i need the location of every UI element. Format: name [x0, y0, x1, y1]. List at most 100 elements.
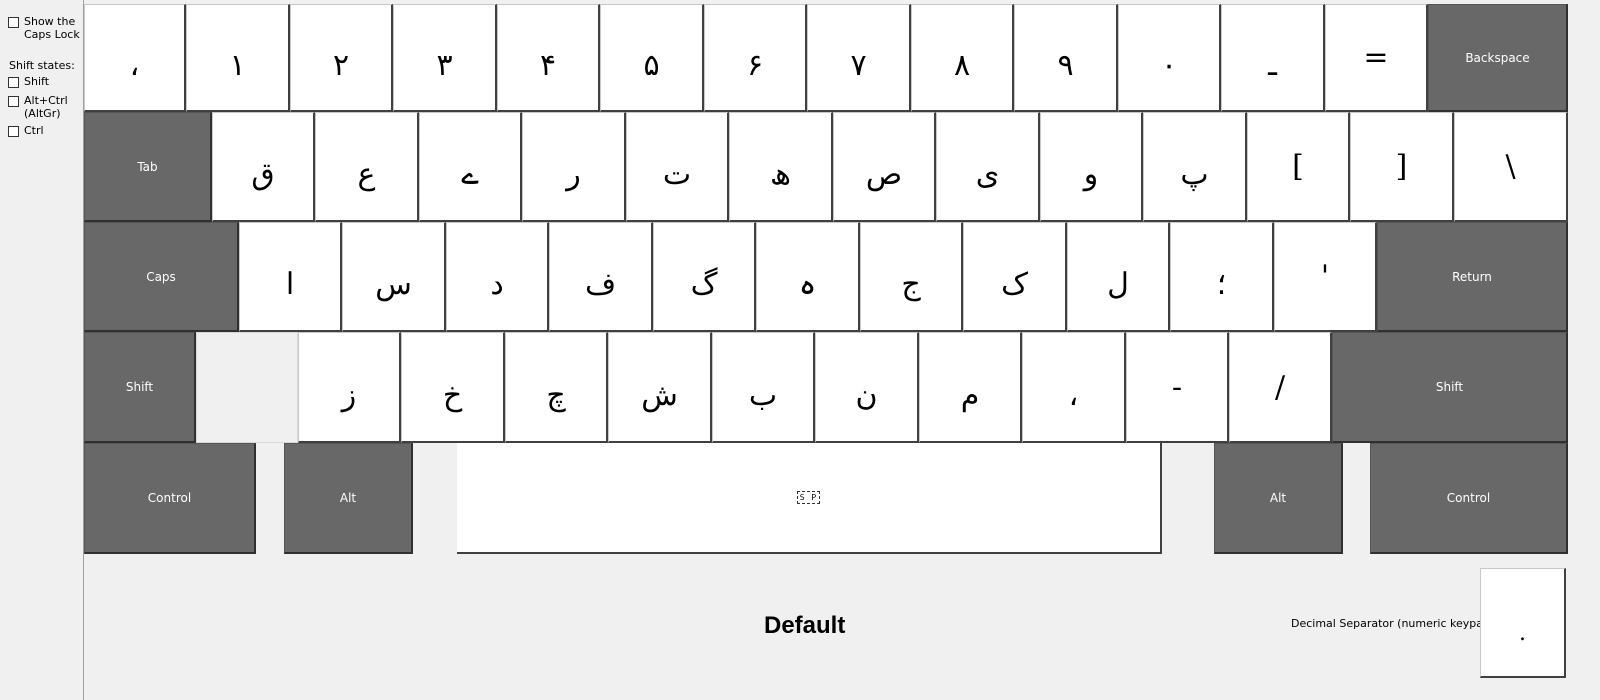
key-glyph: ۱: [229, 48, 246, 83]
key-space[interactable]: S P: [457, 443, 1162, 554]
key-tab[interactable]: Tab: [84, 112, 212, 222]
key-t[interactable]: ت: [626, 112, 729, 222]
key-e[interactable]: ے: [419, 112, 522, 222]
key-control-right[interactable]: Control: [1370, 443, 1568, 554]
key-slash[interactable]: /: [1229, 332, 1332, 443]
key-n[interactable]: ن: [815, 332, 919, 443]
show-caps-lock-option[interactable]: Show the Caps Lock: [8, 15, 82, 41]
key-backslash[interactable]: \: [1454, 112, 1568, 222]
key-s[interactable]: س: [342, 222, 446, 332]
key-glyph: ۵: [643, 48, 660, 83]
key-alt-left[interactable]: Alt: [284, 443, 413, 554]
key-2[interactable]: ۲: [290, 4, 393, 112]
key-glyph: ن: [855, 377, 878, 413]
key-glyph: ۲: [332, 48, 350, 83]
key-y[interactable]: ھ: [729, 112, 833, 222]
key-glyph: ۸: [953, 48, 971, 83]
key-j[interactable]: ج: [860, 222, 963, 332]
key-glyph: ۳: [436, 48, 453, 83]
key-right-bracket[interactable]: ]: [1350, 112, 1454, 222]
key-z[interactable]: ز: [298, 332, 401, 443]
key-d[interactable]: د: [446, 222, 549, 332]
key-glyph: ۶: [746, 48, 764, 83]
key-quote[interactable]: ': [1274, 222, 1377, 332]
ctrl-option[interactable]: Ctrl: [8, 124, 44, 137]
ctrl-checkbox[interactable]: [8, 126, 19, 137]
key-glyph: ہ: [798, 267, 817, 302]
show-caps-lock-checkbox[interactable]: [8, 17, 19, 28]
key-h[interactable]: ہ: [756, 222, 860, 332]
key-f[interactable]: ف: [549, 222, 653, 332]
key-o[interactable]: و: [1040, 112, 1143, 222]
key-shift-left[interactable]: Shift: [84, 332, 196, 443]
decimal-separator-glyph: .: [1519, 621, 1526, 646]
key-r[interactable]: ر: [522, 112, 626, 222]
key-return[interactable]: Return: [1377, 222, 1568, 332]
key-glyph: /: [1274, 369, 1286, 405]
key-m[interactable]: م: [919, 332, 1022, 443]
key-3[interactable]: ۳: [393, 4, 497, 112]
altgr-checkbox[interactable]: [8, 96, 19, 107]
key-l[interactable]: ل: [1067, 222, 1170, 332]
decimal-separator-key[interactable]: .: [1480, 568, 1566, 678]
key-glyph: \: [1505, 149, 1516, 184]
key-glyph: خ: [442, 377, 463, 413]
key-glyph: ۴: [539, 48, 557, 83]
key-glyph: ت: [662, 157, 692, 192]
key-glyph: ے: [461, 157, 479, 192]
key-w[interactable]: ع: [315, 112, 419, 222]
key-x[interactable]: خ: [401, 332, 505, 443]
key-9[interactable]: ۹: [1014, 4, 1118, 112]
key-1[interactable]: ۱: [186, 4, 290, 112]
key-control-left[interactable]: Control: [84, 443, 256, 554]
show-caps-lock-label: Show the Caps Lock: [24, 15, 80, 41]
key-i[interactable]: ی: [936, 112, 1040, 222]
key-glyph: ش: [641, 377, 678, 413]
key-0[interactable]: ۰: [1118, 4, 1221, 112]
key-p[interactable]: پ: [1143, 112, 1247, 222]
shift-option[interactable]: Shift: [8, 75, 49, 88]
shift-checkbox[interactable]: [8, 77, 19, 88]
key-v[interactable]: ش: [608, 332, 712, 443]
key-semicolon[interactable]: ؛: [1170, 222, 1274, 332]
key-glyph: و: [1083, 157, 1099, 192]
key-k[interactable]: ک: [963, 222, 1067, 332]
key-glyph: ع: [357, 157, 376, 192]
key-glyph: ف: [584, 267, 617, 302]
key-u[interactable]: ص: [833, 112, 936, 222]
shift-state-panel: Show the Caps Lock Shift states: Shift A…: [0, 0, 84, 700]
key-glyph: [: [1292, 149, 1304, 184]
key-oem102[interactable]: [196, 332, 298, 443]
key-period[interactable]: -: [1126, 332, 1229, 443]
key-comma[interactable]: ،: [1022, 332, 1126, 443]
altgr-option[interactable]: Alt+Ctrl (AltGr): [8, 94, 74, 120]
keyboard-layout: ، ۱ ۲ ۳ ۴ ۵ ۶ ۷ ۸ ۹ ۰ ـ = Backspace Tab …: [84, 4, 1568, 559]
key-b[interactable]: ب: [712, 332, 815, 443]
key-6[interactable]: ۶: [704, 4, 807, 112]
key-equals[interactable]: =: [1325, 4, 1428, 112]
key-a[interactable]: ا: [239, 222, 342, 332]
key-c[interactable]: چ: [505, 332, 608, 443]
key-7[interactable]: ۷: [807, 4, 911, 112]
key-left-bracket[interactable]: [: [1247, 112, 1350, 222]
key-glyph: ،: [1068, 377, 1079, 413]
key-caps[interactable]: Caps: [84, 222, 239, 332]
shift-state-title: Default: [764, 612, 846, 639]
key-backspace[interactable]: Backspace: [1428, 4, 1568, 112]
key-glyph: ،: [129, 48, 140, 83]
key-5[interactable]: ۵: [600, 4, 704, 112]
key-shift-right[interactable]: Shift: [1332, 332, 1568, 443]
key-minus[interactable]: ـ: [1221, 4, 1325, 112]
key-4[interactable]: ۴: [497, 4, 600, 112]
key-alt-right[interactable]: Alt: [1214, 443, 1343, 554]
key-glyph: ز: [341, 377, 357, 413]
key-glyph: ل: [1107, 267, 1129, 302]
key-q[interactable]: ق: [212, 112, 315, 222]
key-8[interactable]: ۸: [911, 4, 1014, 112]
key-oem3[interactable]: ،: [84, 4, 186, 112]
key-g[interactable]: گ: [653, 222, 756, 332]
ctrl-label: Ctrl: [24, 124, 44, 137]
key-glyph: ب: [748, 377, 778, 413]
key-glyph: =: [1363, 40, 1389, 75]
key-glyph: ھ: [770, 157, 791, 192]
